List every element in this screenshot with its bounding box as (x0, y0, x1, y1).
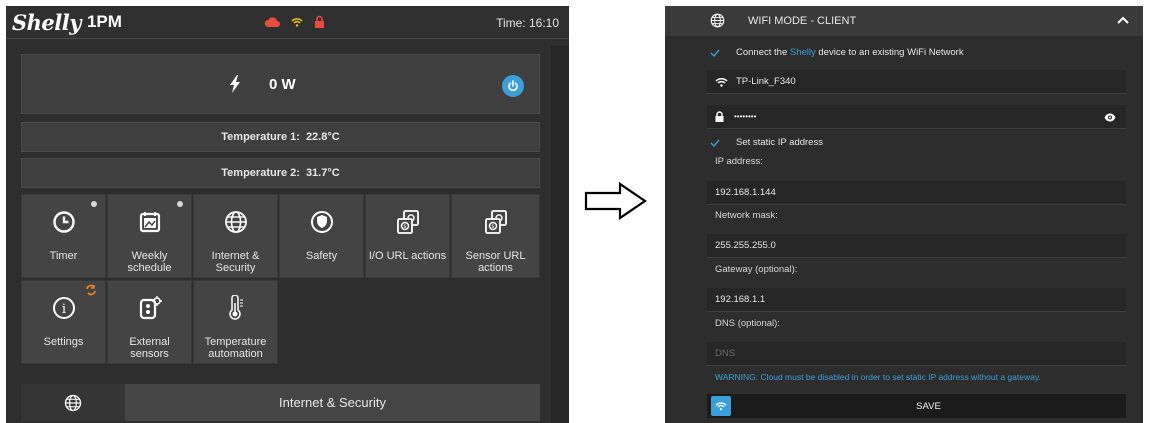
dns-placeholder: DNS (715, 348, 736, 359)
connect-prefix: Connect the (736, 47, 788, 58)
temperature-1-value: 22.8°C (305, 131, 340, 143)
tile-timer[interactable]: Timer (21, 194, 106, 278)
gateway-value: 192.168.1.1 (715, 294, 766, 305)
bolt-icon (230, 75, 240, 93)
scrollbar[interactable] (551, 46, 569, 423)
sensor-icon (139, 296, 162, 320)
globe-icon (224, 211, 247, 233)
calendar-icon (139, 212, 160, 233)
password-value: •••••••• (734, 112, 757, 121)
tile-label: Internet & Security (211, 250, 260, 274)
tile-sensor-url-actions[interactable]: $ Sensor URL actions (451, 194, 540, 278)
tile-safety[interactable]: Safety (279, 194, 364, 278)
section-header[interactable]: WIFI MODE - CLIENT (665, 6, 1143, 36)
tile-settings[interactable]: i Settings (21, 280, 106, 364)
ssid-value: TP-Link_F340 (736, 76, 796, 87)
temperature-2-value: 31.7°C (305, 167, 340, 179)
tile-label: Settings (43, 336, 84, 348)
logo-script: Shelly (12, 9, 81, 35)
ip-address-value: 192.168.1.144 (715, 187, 776, 198)
section-title: WIFI MODE - CLIENT (748, 15, 857, 27)
dns-field[interactable]: DNS (707, 342, 1126, 366)
tile-weekly-schedule[interactable]: Weekly schedule (107, 194, 192, 278)
right-arrow-icon (584, 181, 647, 221)
chevron-up-icon[interactable] (1117, 15, 1129, 25)
status-icons (264, 15, 325, 28)
thermometer-icon (228, 295, 243, 320)
svg-text:$: $ (491, 224, 494, 230)
svg-text:$: $ (403, 224, 406, 230)
checkbox-checked-icon[interactable] (710, 48, 720, 58)
shelly-logo: Shelly 1PM (12, 9, 122, 35)
bottom-nav-bar[interactable]: Internet & Security (21, 384, 540, 421)
bottom-bar-label: Internet & Security (279, 395, 386, 410)
indicator-dot (91, 201, 97, 207)
temperature-1-card: Temperature 1: 22.8°C (21, 122, 540, 152)
time-label: Time: (496, 16, 526, 30)
power-button[interactable] (502, 75, 524, 97)
lock-icon (715, 111, 724, 122)
password-field[interactable]: •••••••• (707, 105, 1126, 129)
checkbox-checked-icon[interactable] (710, 138, 720, 148)
eye-icon[interactable] (1104, 113, 1116, 122)
svg-text:i: i (61, 302, 65, 317)
dns-label: DNS (optional): (715, 318, 780, 329)
save-bar: SAVE (707, 394, 1126, 418)
network-mask-label: Network mask: (715, 210, 778, 221)
tile-temperature-automation[interactable]: Temperature automation (193, 280, 278, 364)
tile-internet-security[interactable]: Internet & Security (193, 194, 278, 278)
tile-label: Safety (305, 250, 338, 262)
wifi-toggle-button[interactable] (711, 396, 731, 416)
indicator-dot (177, 201, 183, 207)
ip-address-label: IP address: (715, 156, 763, 167)
tile-label: I/O URL actions (368, 250, 447, 262)
ssid-field[interactable]: TP-Link_F340 (707, 70, 1126, 94)
ip-address-field[interactable]: 192.168.1.144 (707, 181, 1126, 205)
time-value: 16:10 (528, 16, 559, 30)
url-actions-icon: $ (396, 210, 419, 234)
wifi-icon (715, 77, 728, 87)
tile-label: Sensor URL actions (465, 250, 526, 274)
connect-checkbox-row[interactable]: Connect the Shelly device to an existing… (710, 47, 964, 58)
clock-icon (52, 211, 75, 233)
tile-label: External sensors (129, 336, 170, 360)
temperature-1-label: Temperature 1: (221, 131, 300, 143)
save-button[interactable]: SAVE (731, 394, 1126, 418)
tile-io-url-actions[interactable]: $ I/O URL actions (365, 194, 450, 278)
shelly-link[interactable]: Shelly (790, 47, 816, 58)
cloud-icon (264, 16, 280, 27)
bottom-icon-cell (21, 384, 125, 421)
gateway-field[interactable]: 192.168.1.1 (707, 288, 1126, 312)
power-value: 0 W (269, 76, 296, 93)
temperature-2-label: Temperature 2: (221, 167, 300, 179)
tile-external-sensors[interactable]: External sensors (107, 280, 192, 364)
globe-icon (710, 13, 725, 28)
shelly-dashboard: Shelly 1PM Time: 16:10 0 W Temperature 1… (6, 6, 569, 423)
gateway-label: Gateway (optional): (715, 264, 798, 275)
globe-icon (64, 394, 82, 411)
logo-model: 1PM (86, 12, 122, 31)
warning-message: WARNING: Cloud must be disabled in order… (715, 372, 1041, 382)
network-mask-value: 255.255.255.0 (715, 240, 776, 251)
connect-suffix: device to an existing WiFi Network (818, 47, 964, 58)
dashboard-header: Shelly 1PM Time: 16:10 (6, 6, 569, 39)
shield-icon (310, 211, 333, 233)
tile-label: Timer (49, 250, 78, 262)
wifi-icon (291, 17, 303, 27)
time-display: Time: 16:10 (496, 16, 559, 30)
power-icon (508, 80, 518, 92)
tile-label: Temperature automation (204, 336, 267, 360)
static-ip-label: Set static IP address (736, 137, 823, 148)
static-ip-checkbox-row[interactable]: Set static IP address (710, 137, 823, 148)
power-card: 0 W (21, 54, 540, 114)
info-icon: i (52, 297, 75, 319)
wifi-icon (715, 402, 727, 411)
tile-label: Weekly schedule (127, 250, 172, 274)
lock-icon (315, 15, 324, 28)
temperature-2-card: Temperature 2: 31.7°C (21, 158, 540, 188)
wifi-client-settings: WIFI MODE - CLIENT Connect the Shelly de… (665, 6, 1143, 423)
network-mask-field[interactable]: 255.255.255.0 (707, 234, 1126, 258)
url-actions-icon: $ (484, 210, 507, 234)
